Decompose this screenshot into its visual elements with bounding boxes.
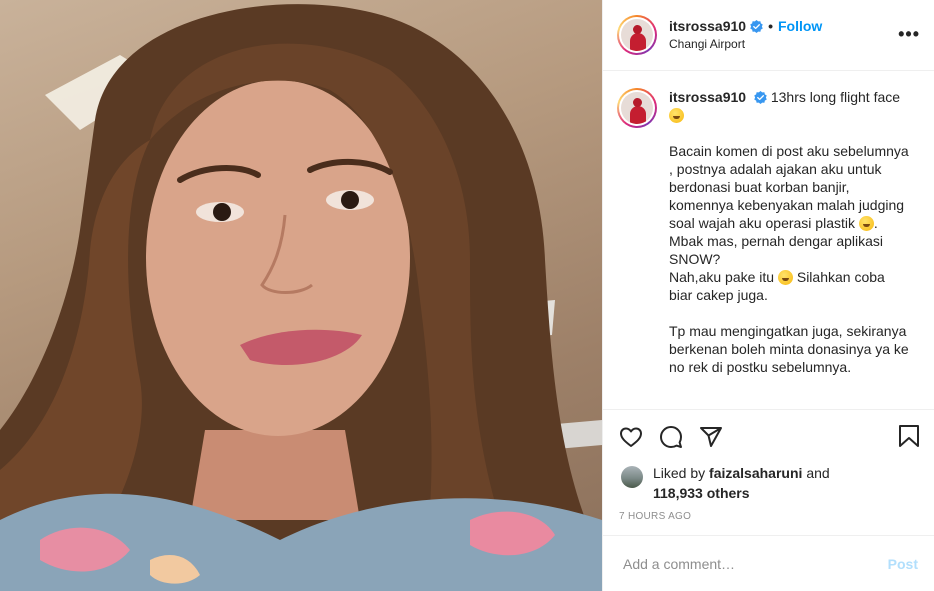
more-options-icon[interactable]: ••• — [898, 25, 920, 43]
liker-username[interactable]: faizalsaharuni — [709, 465, 802, 481]
heart-icon[interactable] — [619, 425, 643, 449]
selfie-image — [0, 4, 602, 591]
caption-paragraph-1: Bacain komen di post aku sebelumnya , po… — [669, 142, 909, 304]
post-header: itsrossa910 • Follow Changi Airport ••• — [603, 0, 934, 71]
post-photo[interactable] — [0, 0, 602, 591]
comment-box: Post — [603, 535, 934, 591]
caption-text: Bacain komen di post aku sebelumnya , po… — [669, 143, 909, 231]
comment-icon[interactable] — [659, 425, 683, 449]
comment-input[interactable] — [621, 554, 888, 573]
follow-button[interactable]: Follow — [778, 17, 822, 35]
post-sidebar: itsrossa910 • Follow Changi Airport ••• — [602, 0, 934, 591]
action-bar — [603, 409, 934, 463]
verified-badge-icon — [754, 91, 767, 104]
verified-badge-icon — [750, 19, 763, 33]
caption-paragraph-2: Tp mau mengingatkan juga, sekiranya berk… — [669, 323, 909, 375]
header-username[interactable]: itsrossa910 — [669, 17, 746, 35]
caption: itsrossa910 13hrs long flight face Bacai… — [617, 88, 918, 376]
caption-username[interactable]: itsrossa910 — [669, 89, 746, 105]
likes-prefix: Liked by — [653, 465, 706, 481]
instagram-post: itsrossa910 • Follow Changi Airport ••• — [0, 0, 934, 591]
grin-emoji-icon — [777, 270, 793, 285]
bookmark-icon[interactable] — [898, 424, 920, 448]
post-comment-button[interactable]: Post — [888, 556, 918, 572]
caption-title: 13hrs long flight face — [770, 89, 901, 105]
profile-avatar[interactable] — [617, 15, 657, 55]
comments-section: itsrossa910 13hrs long flight face Bacai… — [603, 71, 934, 409]
likes-summary: Liked by faizalsaharuni and 118,933 othe… — [603, 463, 934, 503]
smile-emoji-icon — [858, 216, 874, 231]
post-timestamp[interactable]: 7 HOURS AGO — [603, 503, 934, 531]
tired-face-emoji-icon — [669, 108, 684, 123]
separator-dot: • — [768, 18, 773, 34]
liker-avatar[interactable] — [621, 466, 643, 488]
share-icon[interactable] — [699, 425, 723, 449]
likes-and: and — [806, 465, 830, 481]
likes-count[interactable]: 118,933 others — [653, 485, 750, 501]
location-link[interactable]: Changi Airport — [669, 35, 822, 53]
caption-avatar[interactable] — [617, 88, 657, 128]
